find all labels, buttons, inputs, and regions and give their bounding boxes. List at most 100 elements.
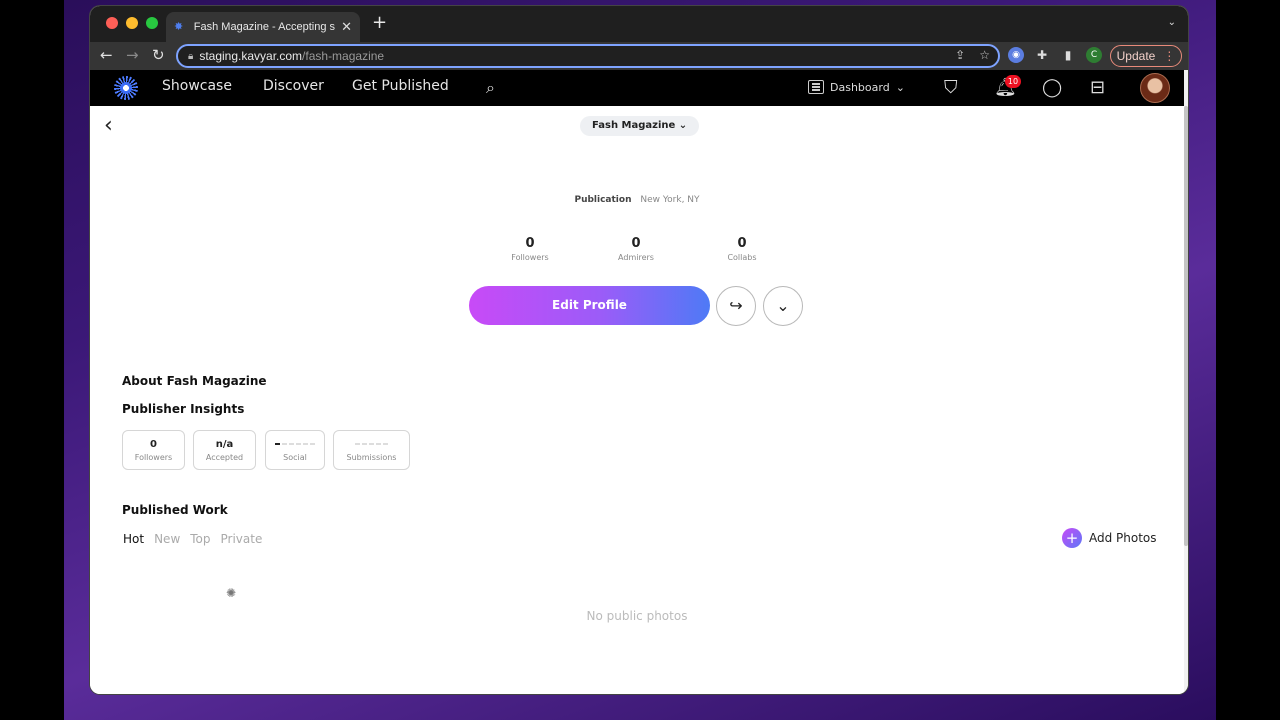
social-rating [266, 443, 324, 451]
user-avatar[interactable] [1140, 73, 1170, 103]
insight-accepted: n/a Accepted [193, 430, 256, 470]
shield-icon[interactable]: ⛉ [944, 77, 958, 99]
kebab-menu-icon: ⋮ [1163, 49, 1176, 63]
publication-name: Fash Magazine [592, 120, 676, 131]
insight-label: Followers [134, 453, 173, 462]
stat-value: 0 [737, 236, 747, 251]
bookmark-star-icon[interactable]: ☆ [979, 48, 990, 62]
browser-toolbar: ← → ↻ 🔒︎ staging.kavyar.com /fash-magazi… [90, 42, 1188, 70]
stat-value: 0 [525, 236, 535, 251]
browser-tab[interactable]: ✸ Fash Magazine - Accepting su ✕ [166, 12, 360, 42]
app-header: Showcase Discover Get Published ⌕ Dashbo… [90, 70, 1184, 106]
rating-dot [369, 443, 374, 445]
url-host: staging.kavyar.com [199, 49, 303, 63]
reload-icon[interactable]: ↻ [152, 46, 165, 64]
tab-title: Fash Magazine - Accepting su [193, 21, 336, 33]
search-icon[interactable]: ⌕ [486, 78, 495, 98]
loading-spinner-icon: ✺ [226, 586, 237, 600]
share-page-icon[interactable]: ⇪ [955, 48, 965, 62]
plus-icon: + [1062, 528, 1082, 548]
rating-dot [355, 443, 360, 445]
chevron-down-icon: ⌄ [678, 120, 688, 131]
lock-icon: 🔒︎ [188, 50, 194, 62]
rating-dot [275, 443, 280, 445]
about-heading[interactable]: About Fash Magazine [122, 374, 267, 388]
insight-value: 0 [150, 439, 157, 450]
nav-showcase[interactable]: Showcase [162, 78, 232, 94]
work-tabs: Hot New Top Private [123, 532, 262, 546]
minimize-window-button[interactable] [126, 17, 138, 29]
tab-private[interactable]: Private [221, 532, 263, 546]
profile-meta: Publication New York, NY [90, 195, 1184, 205]
close-window-button[interactable] [106, 17, 118, 29]
insight-social: Social [265, 430, 325, 470]
nav-get-published[interactable]: Get Published [352, 78, 449, 94]
tab-search-chevron-icon[interactable]: ⌄ [1168, 17, 1176, 28]
tab-close-icon[interactable]: ✕ [341, 20, 352, 35]
update-label: Update [1116, 49, 1156, 63]
dashboard-label: Dashboard [830, 80, 890, 94]
published-work-heading: Published Work [122, 503, 228, 517]
insights-heading: Publisher Insights [122, 402, 245, 416]
rating-dot [282, 443, 287, 445]
insight-label: Submissions [346, 453, 397, 462]
add-photos-label: Add Photos [1089, 531, 1157, 545]
chevron-down-icon: ⌄ [895, 80, 905, 94]
stat-value: 0 [631, 236, 641, 251]
new-tab-button[interactable]: + [372, 14, 387, 32]
insight-followers: 0 Followers [122, 430, 185, 470]
profile-avatar-chip[interactable]: C [1086, 47, 1102, 63]
browser-window: ✸ Fash Magazine - Accepting su ✕ + ⌄ ← →… [90, 6, 1188, 694]
edit-profile-button[interactable]: Edit Profile [469, 286, 710, 325]
share-button[interactable]: ↪ [716, 286, 756, 326]
update-button[interactable]: Update ⋮ [1110, 45, 1182, 67]
stat-label: Collabs [727, 253, 757, 262]
dashboard-menu[interactable]: Dashboard ⌄ [808, 80, 905, 94]
chevron-down-icon: ⌄ [776, 296, 790, 315]
inbox-icon[interactable]: ⊟ [1090, 77, 1105, 99]
tab-hot[interactable]: Hot [123, 532, 144, 546]
favicon-icon: ✸ [174, 20, 184, 33]
extension-icon[interactable]: ◉ [1008, 47, 1024, 63]
more-options-button[interactable]: ⌄ [763, 286, 803, 326]
rating-dot [362, 443, 367, 445]
stat-collabs[interactable]: 0 Collabs [712, 236, 772, 262]
submissions-rating [334, 443, 409, 451]
kavyar-logo[interactable] [114, 76, 138, 100]
tab-strip: ✸ Fash Magazine - Accepting su ✕ + ⌄ [90, 6, 1188, 42]
tab-top[interactable]: Top [190, 532, 210, 546]
insight-label: Accepted [205, 453, 244, 462]
stat-admirers[interactable]: 0 Admirers [606, 236, 666, 262]
insight-submissions: Submissions [333, 430, 410, 470]
insight-value: n/a [215, 439, 234, 450]
address-bar[interactable]: 🔒︎ staging.kavyar.com /fash-magazine ⇪ ☆ [176, 44, 1000, 68]
url-path: /fash-magazine [302, 49, 385, 63]
back-chevron-icon[interactable]: ‹ [104, 114, 113, 138]
rating-dot [376, 443, 381, 445]
zoom-window-button[interactable] [146, 17, 158, 29]
scrollbar-thumb[interactable] [1184, 106, 1188, 546]
tab-new[interactable]: New [154, 532, 180, 546]
insight-label: Social [283, 453, 307, 462]
back-arrow-icon[interactable]: ← [100, 46, 113, 64]
stat-label: Followers [511, 253, 549, 262]
profile-type: Publication [574, 195, 632, 205]
publication-switcher[interactable]: Fash Magazine ⌄ [580, 116, 700, 136]
rating-dot [296, 443, 301, 445]
rating-dot [310, 443, 315, 445]
add-photos-button[interactable]: + Add Photos [1062, 528, 1157, 548]
share-arrow-icon: ↪ [729, 296, 743, 315]
stat-followers[interactable]: 0 Followers [500, 236, 560, 262]
empty-state: No public photos [586, 609, 688, 623]
rating-dot [289, 443, 294, 445]
stat-label: Admirers [618, 253, 654, 262]
forward-arrow-icon[interactable]: → [126, 46, 139, 64]
rating-dot [383, 443, 388, 445]
dashboard-icon [808, 80, 824, 94]
chat-icon[interactable]: ◯ [1042, 77, 1062, 99]
profile-location: New York, NY [640, 195, 700, 205]
puzzle-icon[interactable]: ✚ [1034, 47, 1050, 63]
profile-page: ‹ Fash Magazine ⌄ Publication New York, … [90, 106, 1184, 694]
side-panel-icon[interactable]: ▮ [1060, 47, 1076, 63]
nav-discover[interactable]: Discover [263, 78, 324, 94]
